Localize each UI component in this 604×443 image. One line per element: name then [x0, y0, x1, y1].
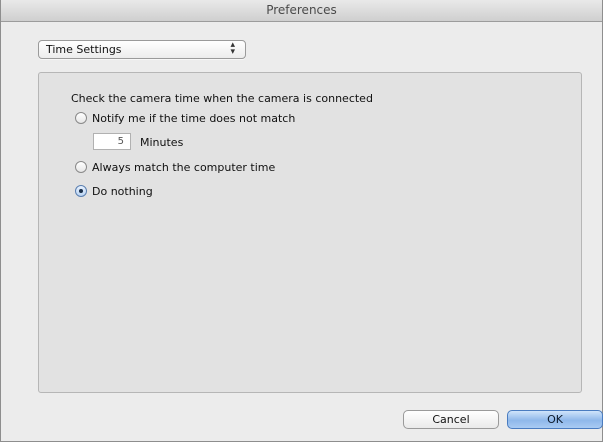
- ok-button[interactable]: OK: [507, 410, 603, 429]
- radio-unchecked-icon[interactable]: [75, 112, 87, 124]
- cancel-button[interactable]: Cancel: [403, 410, 499, 429]
- popup-arrows-icon: ▴ ▾: [230, 40, 235, 57]
- time-settings-panel: Check the camera time when the camera is…: [38, 72, 582, 393]
- radio-label: Always match the computer time: [92, 160, 276, 174]
- radio-label: Notify me if the time does not match: [92, 111, 296, 125]
- minutes-unit-label: Minutes: [140, 136, 184, 149]
- panel-heading: Check the camera time when the camera is…: [71, 92, 373, 105]
- minutes-input[interactable]: 5: [93, 133, 131, 150]
- title-bar[interactable]: Preferences: [1, 0, 602, 22]
- preferences-window: Preferences Time Settings ▴ ▾ Check the c…: [0, 0, 603, 442]
- settings-category-selected: Time Settings: [46, 43, 122, 56]
- radio-checked-icon[interactable]: [75, 185, 87, 197]
- radio-always-match[interactable]: Always match the computer time: [75, 160, 275, 174]
- window-title: Preferences: [266, 3, 337, 17]
- settings-category-popup[interactable]: Time Settings ▴ ▾: [38, 40, 246, 59]
- radio-do-nothing[interactable]: Do nothing: [75, 184, 153, 198]
- radio-notify-mismatch[interactable]: Notify me if the time does not match: [75, 111, 295, 125]
- radio-unchecked-icon[interactable]: [75, 161, 87, 173]
- radio-label: Do nothing: [92, 184, 153, 198]
